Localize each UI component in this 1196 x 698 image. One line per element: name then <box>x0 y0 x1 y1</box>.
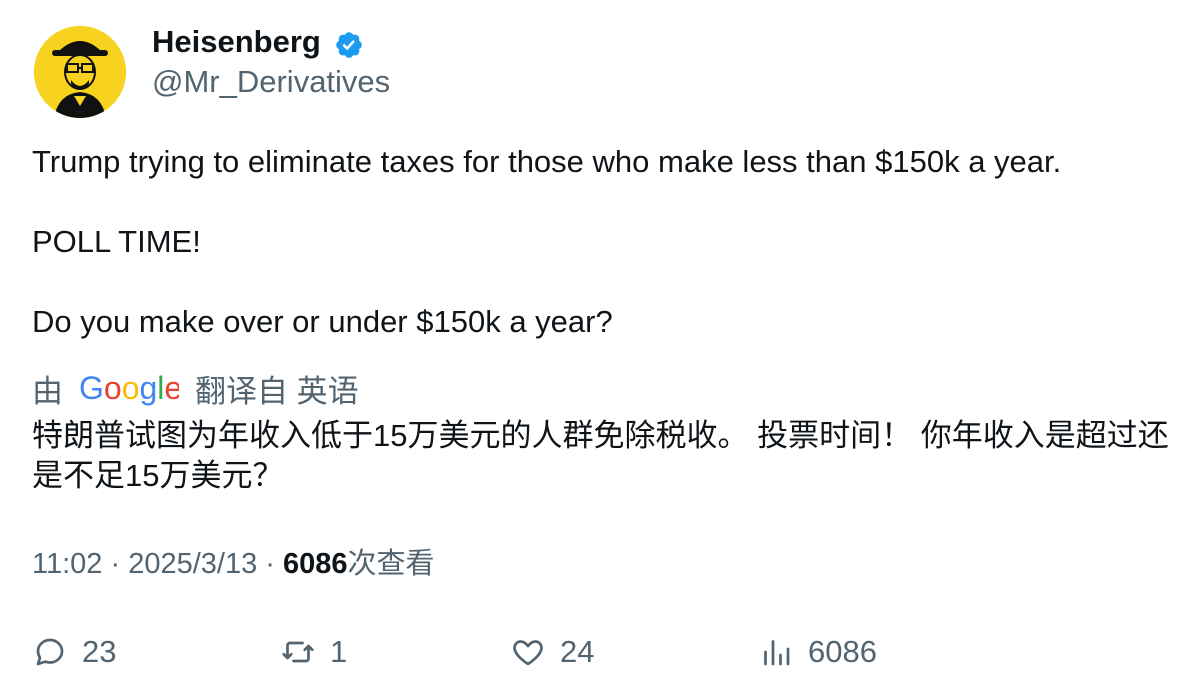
tweet-date[interactable]: 2025/3/13 <box>128 548 257 580</box>
reply-count: 23 <box>82 634 117 669</box>
svg-text:Google: Google <box>79 370 179 406</box>
avatar[interactable] <box>34 26 126 118</box>
verified-badge-icon <box>336 32 362 58</box>
analytics-bars-icon <box>764 640 790 666</box>
tweet-meta: 11:02 · 2025/3/13 · 6086次查看 <box>32 545 435 583</box>
meta-separator: · <box>265 548 275 580</box>
reply-button[interactable]: 23 <box>32 630 116 674</box>
like-count: 24 <box>560 634 595 669</box>
tweet-text: Trump trying to eliminate taxes for thos… <box>32 144 1062 339</box>
retweet-count: 1 <box>330 634 348 669</box>
display-name[interactable]: Heisenberg <box>152 23 321 61</box>
translation-attribution: 由 Google 翻译自 英语 <box>32 366 359 410</box>
retweet-icon <box>282 641 314 663</box>
views-count: 6086 <box>283 548 348 580</box>
heisenberg-avatar-icon <box>34 26 126 118</box>
like-button[interactable]: 24 <box>510 630 594 674</box>
reply-icon <box>36 638 64 666</box>
views-button[interactable]: 6086 <box>758 630 877 674</box>
translated-text: 特朗普试图为年收入低于15万美元的人群免除税收。 投票时间！ 你年收入是超过还是… <box>32 418 1169 493</box>
translation-suffix: 翻译自 英语 <box>195 373 359 409</box>
heart-icon <box>513 640 543 666</box>
google-logo-icon: Google <box>79 370 179 406</box>
retweet-button[interactable]: 1 <box>280 630 347 674</box>
meta-separator: · <box>110 548 121 580</box>
action-bar: 23 1 24 6086 <box>0 630 1196 678</box>
views-label: 次查看 <box>347 548 435 580</box>
views-action-count: 6086 <box>808 634 877 669</box>
translation-prefix: 由 <box>32 373 63 409</box>
author-handle[interactable]: @Mr_Derivatives <box>152 63 390 101</box>
tweet-time[interactable]: 11:02 <box>32 548 102 580</box>
